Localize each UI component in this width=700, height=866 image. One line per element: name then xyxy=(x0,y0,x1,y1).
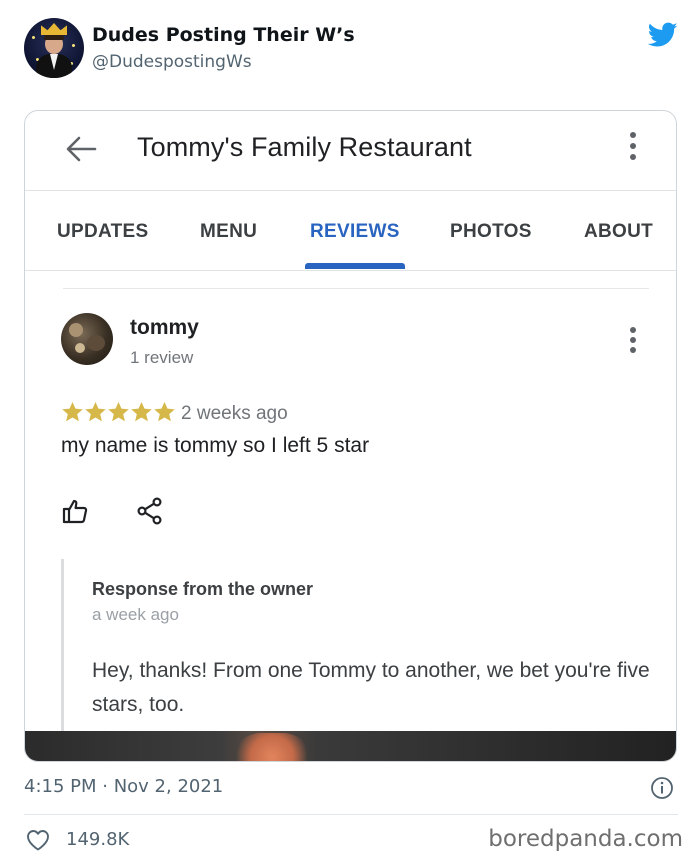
tab-reviews[interactable]: REVIEWS xyxy=(310,221,400,243)
share-icon[interactable] xyxy=(137,497,163,525)
cropped-photo-strip xyxy=(25,731,676,761)
info-icon[interactable] xyxy=(650,776,674,800)
review-age: 2 weeks ago xyxy=(181,403,288,424)
twitter-bird-icon[interactable] xyxy=(648,22,678,48)
tab-bar: UPDATES MENU REVIEWS PHOTOS ABOUT xyxy=(25,191,676,271)
review-options-icon[interactable] xyxy=(625,327,641,357)
place-title: Tommy's Family Restaurant xyxy=(137,132,472,162)
thumbs-up-icon[interactable] xyxy=(61,497,89,525)
profile-avatar[interactable] xyxy=(24,18,84,78)
reviewer-name[interactable]: tommy xyxy=(130,316,199,340)
star-icon xyxy=(85,401,106,422)
display-name[interactable]: Dudes Posting Their W’s xyxy=(92,24,355,46)
active-tab-indicator xyxy=(305,263,405,269)
reviewer-avatar[interactable] xyxy=(61,313,113,365)
tab-photos[interactable]: PHOTOS xyxy=(450,221,532,243)
owner-response: Response from the owner a week ago Hey, … xyxy=(61,559,661,759)
sparkle xyxy=(32,36,35,39)
star-icon xyxy=(62,401,83,422)
footer-divider xyxy=(24,814,678,815)
star-icon xyxy=(154,401,175,422)
like-count[interactable]: 149.8K xyxy=(66,829,129,850)
owner-response-text: Hey, thanks! From one Tommy to another, … xyxy=(92,659,650,716)
owner-response-title: Response from the owner xyxy=(92,579,314,599)
crown-icon xyxy=(41,23,67,35)
tab-about[interactable]: ABOUT xyxy=(584,221,653,243)
tab-menu[interactable]: MENU xyxy=(200,221,257,243)
divider xyxy=(63,288,649,289)
user-handle[interactable]: @DudespostingWs xyxy=(92,52,252,72)
star-rating xyxy=(61,401,176,423)
app-bar: Tommy's Family Restaurant xyxy=(25,111,676,191)
star-icon xyxy=(108,401,129,422)
tab-updates[interactable]: UPDATES xyxy=(57,221,148,243)
tweet-header: Dudes Posting Their W’s @DudespostingWs xyxy=(24,18,680,80)
maps-review-page: Tommy's Family Restaurant UPDATES MENU R… xyxy=(25,111,676,761)
review-text: my name is tommy so I left 5 star xyxy=(61,434,370,457)
embedded-screenshot[interactable]: Tommy's Family Restaurant UPDATES MENU R… xyxy=(24,110,677,762)
tweet-timestamp[interactable]: 4:15 PM · Nov 2, 2021 xyxy=(24,776,223,797)
sparkle xyxy=(72,44,75,47)
watermark: boredpanda.com xyxy=(488,826,683,852)
back-arrow-icon[interactable] xyxy=(65,135,97,163)
photo-blob xyxy=(231,733,313,761)
heart-icon[interactable] xyxy=(26,829,50,851)
more-options-icon[interactable] xyxy=(625,132,641,166)
star-icon xyxy=(131,401,152,422)
owner-response-age: a week ago xyxy=(92,605,179,624)
reviewer-review-count: 1 review xyxy=(130,348,194,367)
